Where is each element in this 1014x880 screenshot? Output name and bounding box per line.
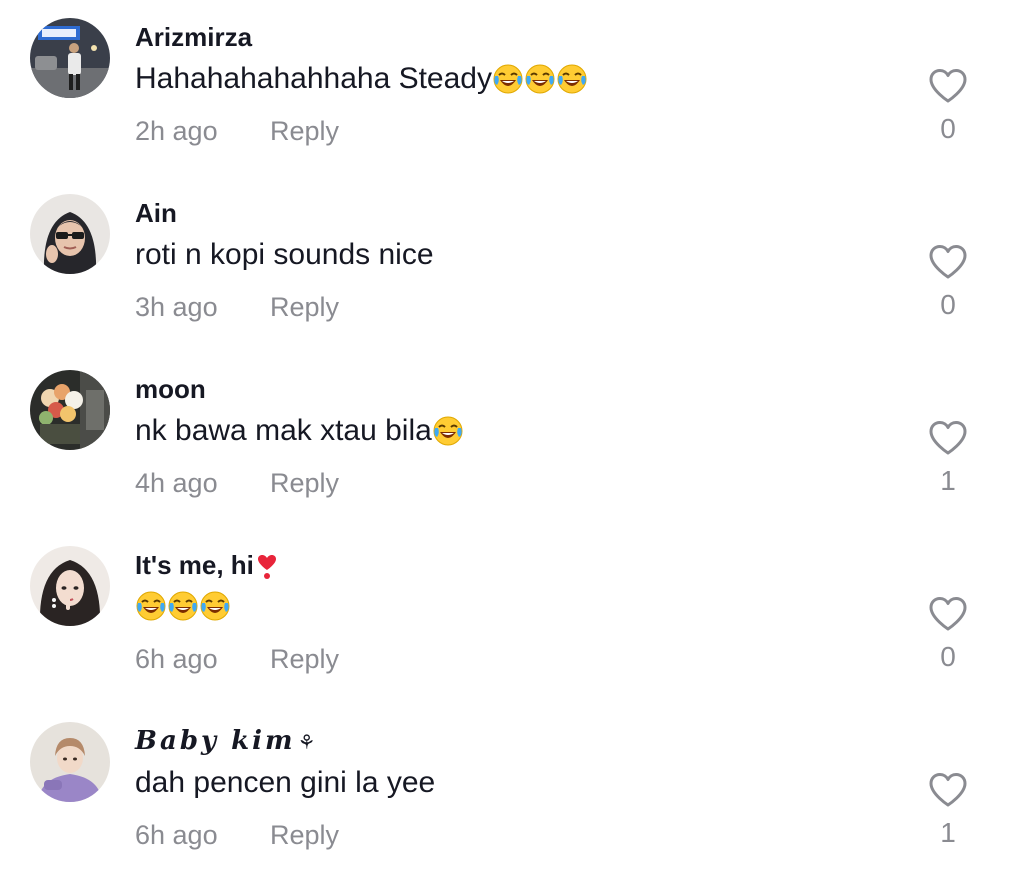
heart-icon[interactable] xyxy=(928,244,968,280)
heart-icon[interactable] xyxy=(928,420,968,456)
comment-timestamp: 6h ago xyxy=(135,644,218,674)
joy-emoji xyxy=(135,590,167,622)
like-count: 1 xyxy=(940,465,956,496)
avatar[interactable] xyxy=(30,370,110,450)
joy-emoji xyxy=(492,63,524,95)
reply-button[interactable]: Reply xyxy=(270,644,339,675)
avatar[interactable] xyxy=(30,18,110,98)
comment-timestamp: 3h ago xyxy=(135,292,218,322)
comment-text-body: dah pencen gini la yee xyxy=(135,766,436,799)
reply-button[interactable]: Reply xyxy=(270,820,339,851)
heart-icon[interactable] xyxy=(928,772,968,808)
reply-button[interactable]: Reply xyxy=(270,468,339,499)
username[interactable]: Ain xyxy=(135,198,177,229)
username[interactable]: Baby kim ⚘ xyxy=(135,726,319,756)
comment-text: Hahahahahahhaha Steady xyxy=(135,62,588,96)
heart-icon[interactable] xyxy=(928,68,968,104)
avatar[interactable] xyxy=(30,722,110,802)
username[interactable]: Arizmirza xyxy=(135,22,252,53)
like-count: 0 xyxy=(940,641,956,672)
heart-icon[interactable] xyxy=(928,596,968,632)
comment-item: moon nk bawa mak xtau bila 4h ago Reply … xyxy=(0,352,1014,528)
comment-timestamp: 6h ago xyxy=(135,820,218,850)
like-count: 0 xyxy=(940,289,956,320)
comment-text-body: roti n kopi sounds nice xyxy=(135,238,434,271)
avatar[interactable] xyxy=(30,546,110,626)
joy-emoji xyxy=(167,590,199,622)
rosette-glyph: ⚘ xyxy=(297,730,319,754)
like-count: 1 xyxy=(940,817,956,848)
joy-emoji xyxy=(556,63,588,95)
comment-text xyxy=(135,590,231,622)
like-count: 0 xyxy=(940,113,956,144)
comment-text: dah pencen gini la yee xyxy=(135,766,435,800)
joy-emoji xyxy=(524,63,556,95)
comment-text: nk bawa mak xtau bila xyxy=(135,414,464,448)
comment-list: Arizmirza Hahahahahahhaha Steady 2h ago … xyxy=(0,0,1014,880)
username-text: Baby kim xyxy=(135,726,296,756)
heart-exclamation-emoji xyxy=(256,554,278,580)
comment-text: roti n kopi sounds nice xyxy=(135,238,434,272)
username-text: It's me, hi xyxy=(135,550,254,580)
comment-text-body: Hahahahahahhaha Steady xyxy=(135,62,492,95)
comment-item: It's me, hi 6h ago Reply 0 xyxy=(0,528,1014,704)
joy-emoji xyxy=(199,590,231,622)
comment-timestamp: 2h ago xyxy=(135,116,218,146)
username[interactable]: moon xyxy=(135,374,206,405)
username[interactable]: It's me, hi xyxy=(135,550,278,581)
comment-item: Ain roti n kopi sounds nice 3h ago Reply… xyxy=(0,176,1014,352)
comment-timestamp: 4h ago xyxy=(135,468,218,498)
comment-item: Arizmirza Hahahahahahhaha Steady 2h ago … xyxy=(0,0,1014,176)
comment-text-body: nk bawa mak xtau bila xyxy=(135,414,432,447)
reply-button[interactable]: Reply xyxy=(270,292,339,323)
avatar[interactable] xyxy=(30,194,110,274)
reply-button[interactable]: Reply xyxy=(270,116,339,147)
comment-item: Baby kim ⚘ dah pencen gini la yee 6h ago … xyxy=(0,704,1014,880)
joy-emoji xyxy=(432,415,464,447)
